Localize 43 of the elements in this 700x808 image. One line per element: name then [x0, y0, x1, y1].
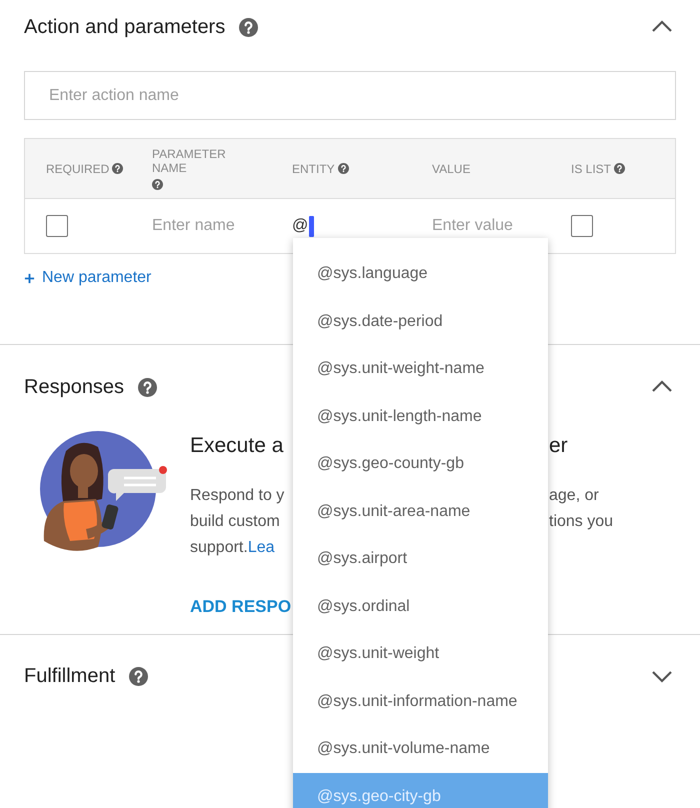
suggestion-item[interactable]: @sys.unit-volume-name [293, 725, 548, 772]
heading-text: er [549, 434, 569, 458]
suggestion-item[interactable]: @sys.ordinal [293, 582, 548, 630]
suggestion-item[interactable]: @sys.unit-weight [293, 630, 548, 678]
column-header: IS LIST [571, 162, 612, 176]
suggestion-item[interactable]: @sys.geo-county-gb [293, 440, 548, 488]
description-text: tions you [549, 512, 614, 532]
value-field[interactable]: Enter value [432, 217, 542, 235]
column-header: VALUE [432, 162, 470, 176]
help-icon[interactable] [239, 18, 258, 36]
suggestion-item[interactable]: @sys.language [293, 250, 548, 298]
help-icon[interactable] [338, 163, 349, 174]
section-title: Fulfillment [24, 664, 116, 688]
action-name-field[interactable]: Enter action name [24, 71, 676, 120]
suggestion-item[interactable]: @sys.date-period [293, 298, 548, 345]
column-header: PARAMETER NAME [152, 147, 227, 175]
help-icon[interactable] [112, 163, 124, 174]
help-icon[interactable] [138, 378, 158, 396]
help-icon[interactable] [129, 666, 148, 686]
description-text: build custom [190, 513, 280, 530]
checkbox[interactable] [46, 215, 68, 237]
suggestion-item[interactable]: @sys.unit-weight-name [293, 345, 548, 392]
description-text: age, or [549, 486, 600, 506]
help-icon[interactable] [614, 163, 626, 174]
suggestion-item[interactable]: @sys.unit-area-name [293, 488, 548, 535]
description-text: support. [190, 539, 248, 556]
add-response-button[interactable]: ADD RESPO [190, 597, 292, 617]
entity-field[interactable]: @ [292, 217, 308, 235]
section-title: Action and parameters [24, 16, 226, 38]
section-title: Responses [24, 376, 124, 398]
suggestion-item[interactable]: @sys.unit-information-name [293, 678, 548, 725]
parameter-name-field[interactable]: Enter name [152, 217, 262, 235]
checkbox[interactable] [571, 215, 593, 237]
learn-more-link[interactable]: Lea [248, 539, 275, 556]
plus-icon [24, 272, 35, 284]
column-header: REQUIRED [46, 162, 110, 176]
column-header: ENTITY [292, 162, 335, 176]
heading-text: Execute a [190, 434, 284, 458]
description-text: Respond to y [190, 487, 284, 504]
suggestion-item[interactable]: @sys.airport [293, 535, 548, 582]
suggestion-item[interactable]: @sys.unit-length-name [293, 392, 548, 440]
help-icon[interactable] [152, 179, 163, 190]
new-parameter-link[interactable]: New parameter [24, 269, 152, 287]
